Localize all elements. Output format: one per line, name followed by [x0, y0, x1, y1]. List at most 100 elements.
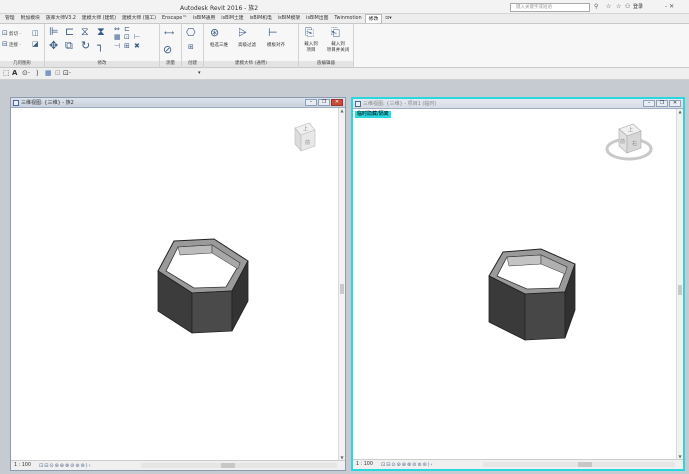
ribbon-group-family-editor: ⎘ 载入到 项目 ⎗ 载入到 项目并关闭 族编辑器 [299, 24, 354, 68]
restore-button[interactable]: ❐ [318, 99, 330, 106]
hexagon-model-right[interactable] [481, 244, 581, 354]
tile-views-button[interactable]: ▦ [45, 69, 52, 78]
next-view-button[interactable]: ⟩ [36, 69, 39, 78]
align-icon[interactable]: ⊫ [49, 26, 59, 37]
horizontal-scrollbar[interactable] [141, 463, 337, 468]
copy-icon[interactable]: ⧉ [65, 40, 73, 51]
ribbon-tab[interactable]: Enscape™ [159, 14, 190, 23]
ribbon-tab[interactable]: 修改 [364, 14, 383, 23]
unpin-icon[interactable]: ⊢ [134, 34, 140, 41]
cut-dropdown-icon[interactable]: ◫ [32, 30, 39, 37]
create-similar-icon[interactable]: ⎔ [186, 27, 196, 38]
ribbon-tab[interactable]: isBIM模架 [275, 14, 303, 23]
trim-icon[interactable]: ┐ [97, 40, 104, 51]
ribbon-tab[interactable]: ⊡▾ [382, 14, 394, 23]
join-label[interactable]: 连接 · [9, 42, 21, 48]
pin-icon[interactable]: ⊞ [124, 43, 130, 50]
measure-icon[interactable]: ⟷ [164, 30, 174, 37]
hexagon-model-left[interactable] [136, 233, 266, 343]
view-tool-button[interactable]: ⊙· [22, 69, 30, 78]
minimize-button[interactable]: – [643, 100, 655, 107]
mirror-draw-icon[interactable]: ⧗ [97, 26, 105, 37]
scroll-thumb[interactable] [340, 284, 344, 294]
viewcube-left[interactable]: 上 前 [287, 120, 317, 156]
offset-icon[interactable]: ⊏ [65, 26, 74, 37]
view-scale[interactable]: 1 : 100 [356, 461, 373, 469]
scroll-up-arrow[interactable]: ▲ [339, 108, 345, 113]
template-align-icon[interactable]: ⊢ [268, 27, 278, 38]
modify-cursor-icon[interactable]: ⬚ [3, 69, 10, 78]
view-control-icons[interactable]: ⊡⊟⊙⊛⊕⊗⊘⊚⊜⟩‹ [39, 462, 92, 470]
split-icon[interactable]: ⊣ [114, 43, 120, 50]
join-icon[interactable]: ⊟ [2, 41, 8, 48]
scroll-thumb[interactable] [678, 285, 682, 295]
mirror-axis-icon[interactable]: ⧖ [81, 26, 89, 37]
ribbon-tab[interactable]: 族库大师V3.2 [43, 14, 79, 23]
ribbon-tab[interactable]: Twinmotion [331, 14, 364, 23]
ribbon-tab[interactable]: isBIM出图 [303, 14, 331, 23]
box-select-3d-icon[interactable]: ⊛ [210, 27, 219, 38]
move-small-icon[interactable]: ⇔ [114, 26, 120, 33]
cut-label[interactable]: 剪切 · [9, 31, 21, 37]
view-title-bar[interactable]: 三维视图: {三维} - 项目1 (临时) – ❐ ✕ [353, 99, 683, 109]
template-align-label[interactable]: 模板对齐 [262, 42, 290, 48]
view-document-icon [355, 101, 361, 107]
view-window-project[interactable]: 三维视图: {三维} - 项目1 (临时) – ❐ ✕ 临时隐藏/隔离 上 前 … [351, 97, 685, 471]
hscroll-thumb[interactable] [578, 462, 592, 467]
hscroll-thumb[interactable] [221, 463, 235, 468]
search-input[interactable]: 键入关键字或短语 [510, 3, 590, 12]
ribbon-tab[interactable]: 建模大师 (建筑) [79, 14, 119, 23]
binoculars-icon[interactable]: ⚲ [594, 3, 598, 11]
array-icon[interactable]: ▦ [114, 34, 121, 41]
ribbon-tab[interactable]: isBIM机电 [247, 14, 275, 23]
advanced-filter-label[interactable]: 高级过滤 [233, 42, 261, 48]
viewcube-top-label: 上 [303, 125, 308, 132]
join-dropdown-icon[interactable]: ◪ [32, 41, 39, 48]
switch-windows-button[interactable]: ⊡· [63, 69, 71, 78]
scroll-up-arrow[interactable]: ▲ [677, 109, 683, 114]
load-into-project-label[interactable]: 载入到 项目 [299, 42, 323, 54]
sign-in-link[interactable]: 登录 [633, 3, 643, 10]
vertical-scrollbar[interactable]: ▲ ▼ [338, 108, 345, 460]
dimension-icon[interactable]: ⊘ [163, 44, 172, 55]
ribbon-tab[interactable]: isBIM通用 [190, 14, 218, 23]
load-and-close-icon[interactable]: ⎗ [331, 27, 340, 38]
cut-icon[interactable]: ⊡ [2, 30, 8, 37]
ribbon-tab[interactable]: 建模大师 (施工) [119, 14, 159, 23]
ribbon-tab[interactable]: isBIM土建 [218, 14, 246, 23]
copy-small-icon[interactable]: ⊏ [124, 26, 130, 33]
advanced-filter-icon[interactable]: ⩥ [238, 27, 247, 38]
vertical-scrollbar[interactable]: ▲ ▼ [676, 109, 683, 459]
load-into-project-icon[interactable]: ⎘ [305, 27, 314, 38]
window-controls[interactable]: - ✕ [665, 3, 674, 10]
options-dropdown[interactable]: ▾ [198, 69, 201, 78]
close-button[interactable]: ✕ [331, 99, 343, 106]
viewcube-right[interactable]: 上 前 右 [603, 119, 655, 163]
rotate-icon[interactable]: ↻ [81, 40, 90, 51]
minimize-button[interactable]: – [305, 99, 317, 106]
load-and-close-label[interactable]: 载入到 项目并关闭 [323, 42, 353, 54]
move-icon[interactable]: ✥ [49, 40, 58, 51]
temporary-hide-isolate-label: 临时隐藏/隔离 [355, 111, 391, 118]
group-icon[interactable]: ⊞ [188, 44, 194, 51]
ribbon-tab[interactable]: 管理 [2, 14, 18, 23]
favorites-icon[interactable]: ☆ [616, 3, 621, 11]
restore-button[interactable]: ❐ [656, 100, 668, 107]
view-title-bar[interactable]: 三维视图: {三维} - 族2 – ❐ ✕ [11, 98, 345, 108]
ribbon-group-modify: ⊫ ⊏ ⧖ ⧗ ⇔ ⊏ ▦ ⊡ ✥ ⧉ ↻ ┐ ⊣ ⊞ ✖ ⊢ 修改 [45, 24, 160, 68]
user-icon[interactable]: ⚇ [625, 3, 630, 11]
text-tool-button[interactable]: A [12, 69, 17, 78]
ribbon-group-geometry: ⊡ 剪切 · ◫ ⊟ 连接 · ◪ 几何图形 [0, 24, 45, 68]
view-scale[interactable]: 1 : 100 [14, 462, 31, 470]
delete-icon[interactable]: ✖ [134, 43, 140, 50]
subscription-icon[interactable]: ☆ [606, 3, 611, 11]
view-window-family[interactable]: 三维视图: {三维} - 族2 – ❐ ✕ 上 前 ▲ ▼ 1: 100 ⊡⊟… [10, 97, 346, 471]
box-select-3d-label[interactable]: 框选三维 [205, 42, 233, 48]
scale-icon[interactable]: ⊡ [124, 34, 130, 41]
view-control-icons[interactable]: ⊡⊟⊙⊛⊕⊗⊘⊚⊜⟩‹ [381, 461, 434, 469]
thin-lines-button[interactable]: ⊡ [55, 69, 61, 78]
close-button[interactable]: ✕ [669, 100, 681, 107]
horizontal-scrollbar[interactable] [483, 462, 675, 467]
ribbon-tab[interactable]: 附加模块 [18, 14, 43, 23]
view-controls: – ❐ ✕ [305, 99, 343, 106]
